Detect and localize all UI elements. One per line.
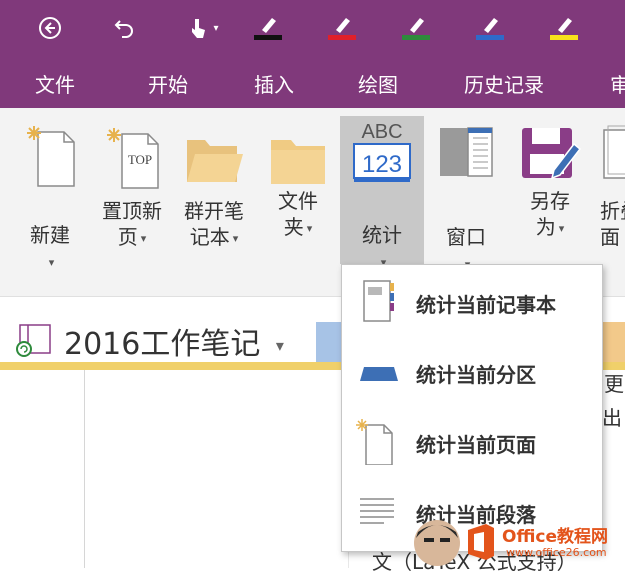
notebook-selector[interactable]: 2016工作笔记 ▾: [64, 319, 284, 363]
notebook-icon[interactable]: [14, 323, 54, 357]
page-divider: [84, 370, 85, 568]
menu-item-stats-page[interactable]: 统计当前页面: [342, 407, 602, 477]
svg-text:ABC: ABC: [361, 121, 402, 143]
watermark-url: www.office26.com: [506, 546, 607, 559]
tab-draw[interactable]: 绘图: [358, 69, 398, 98]
tab-review[interactable]: 审: [610, 69, 625, 98]
open-folder-icon: [187, 140, 243, 182]
touch-mode-icon: [192, 19, 206, 38]
folder-icon: [271, 140, 325, 184]
pen-icon: [550, 18, 578, 40]
chevron-down-icon: ▾: [140, 231, 147, 245]
new-page-button[interactable]: 新建 ▾: [10, 118, 90, 269]
page-text-snippet: 出: [602, 406, 622, 430]
new-label: 新建 ▾: [30, 223, 70, 269]
ribbon-tabs: 文件 开始 插入 绘图 历史记录 审: [0, 55, 625, 108]
notebook-page-icon: [363, 280, 394, 322]
open-notebooks-label: 群开笔 记本 ▾: [184, 199, 244, 249]
new-page-icon: [356, 419, 393, 465]
pen-icon: [254, 18, 282, 40]
open-notebooks-button[interactable]: 群开笔 记本 ▾: [174, 118, 254, 268]
notebook-title: 2016工作笔记: [64, 327, 261, 362]
menu-item-label: 统计当前记事本: [416, 293, 556, 317]
chevron-down-icon: ▾: [275, 336, 284, 355]
pen-icon: [402, 18, 430, 40]
menu-item-stats-section[interactable]: 统计当前分区: [342, 337, 602, 407]
undo-icon: [114, 20, 133, 38]
menu-item-label: 统计当前页面: [416, 433, 536, 457]
tab-home[interactable]: 开始: [148, 69, 188, 98]
tab-history[interactable]: 历史记录: [464, 69, 544, 98]
save-as-button[interactable]: 另存 为 ▾: [510, 118, 590, 268]
pen-icon: [328, 18, 356, 40]
pen-blue[interactable]: [472, 14, 508, 42]
pen-green[interactable]: [398, 14, 434, 42]
undo-button[interactable]: [110, 14, 138, 42]
tab-file[interactable]: 文件: [35, 69, 75, 98]
touch-dropdown-icon: ▾: [213, 22, 219, 34]
chevron-down-icon: ▾: [306, 221, 313, 235]
svg-text:123: 123: [362, 151, 402, 178]
pen-red[interactable]: [324, 14, 360, 42]
fold-label: 折叠 面: [600, 199, 625, 249]
back-circle-icon: [39, 17, 61, 39]
pin-top-label: 置顶新 页 ▾: [102, 199, 162, 249]
chevron-down-icon: ▾: [558, 221, 565, 235]
menu-item-label: 统计当前分区: [416, 363, 536, 387]
touch-mode-button[interactable]: ▾: [180, 14, 226, 42]
tab-insert[interactable]: 插入: [254, 69, 294, 98]
chevron-down-icon: ▾: [48, 255, 55, 269]
window-button[interactable]: 窗口▾: [426, 118, 506, 271]
section-tab[interactable]: [603, 322, 625, 362]
pin-top-new-page-button[interactable]: TOP 置顶新 页 ▾: [92, 118, 172, 268]
menu-item-stats-notebook[interactable]: 统计当前记事本: [342, 267, 602, 337]
page-text-snippet: 更: [604, 372, 624, 396]
abc-123-icon: ABC 123: [353, 121, 411, 182]
save-as-label: 另存 为 ▾: [530, 189, 570, 239]
watermark-brand: Office教程网: [502, 527, 609, 547]
save-as-icon: [522, 128, 582, 180]
statistics-dropdown-menu: 统计当前记事本 统计当前分区 统计当前页面 统计当前段落: [341, 264, 603, 552]
back-button[interactable]: [36, 14, 64, 42]
pen-yellow[interactable]: [546, 14, 582, 42]
fold-button[interactable]: 折叠 面: [596, 118, 625, 268]
folder-label: 文件 夹 ▾: [278, 189, 318, 239]
title-bar: ▾: [0, 0, 625, 55]
paragraph-lines-icon: [360, 498, 394, 524]
svg-text:TOP: TOP: [128, 152, 152, 167]
fold-pages-icon: [603, 125, 625, 179]
office-logo-icon: [468, 524, 494, 560]
window-icon: [440, 127, 493, 177]
watermark: Office教程网 www.office26.com: [410, 514, 625, 568]
pen-icon: [476, 18, 504, 40]
pen-black[interactable]: [250, 14, 286, 42]
statistics-button[interactable]: ABC 123 统计 ▾: [340, 116, 424, 269]
folder-button[interactable]: 文件 夹 ▾: [258, 118, 338, 268]
chevron-down-icon: ▾: [232, 231, 239, 245]
top-page-icon: TOP: [107, 128, 159, 189]
avatar: [414, 520, 460, 566]
section-tab-icon: [360, 367, 398, 381]
new-page-icon: [27, 126, 75, 187]
